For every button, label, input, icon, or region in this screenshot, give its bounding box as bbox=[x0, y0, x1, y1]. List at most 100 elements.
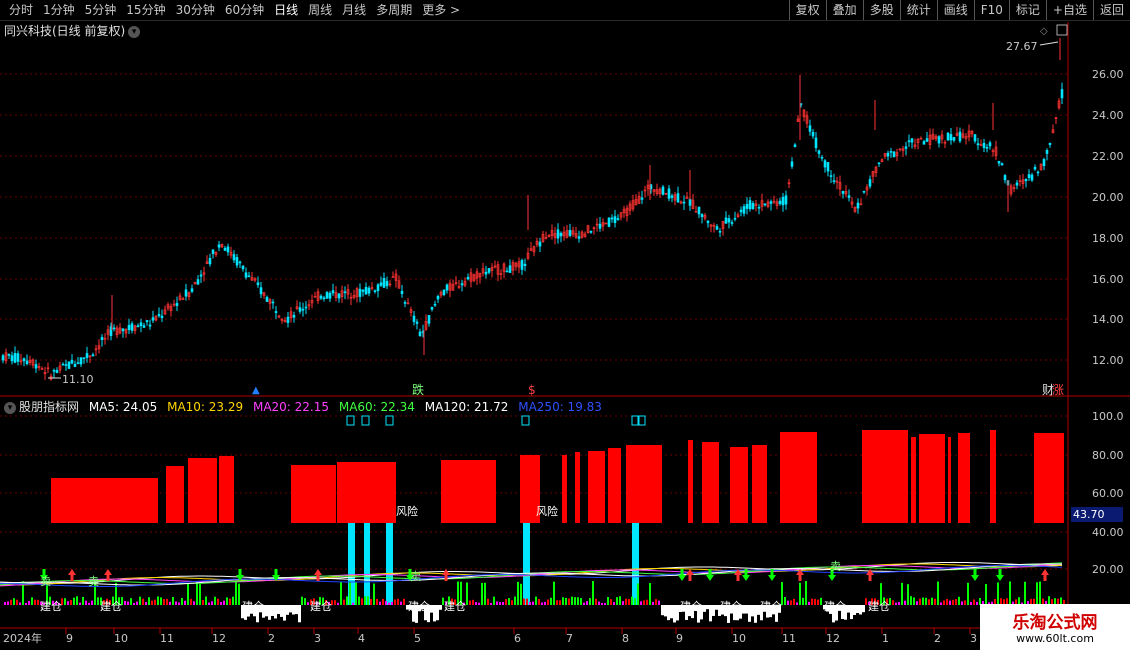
hist-bar bbox=[616, 597, 618, 605]
hist-bar bbox=[637, 583, 639, 605]
hist-bar bbox=[184, 600, 186, 605]
hist-bar bbox=[553, 581, 555, 605]
tab-fenshi[interactable]: 分时 bbox=[4, 0, 38, 20]
tab-weekly[interactable]: 周线 bbox=[303, 0, 337, 20]
candle-body bbox=[436, 295, 440, 300]
tab-monthly[interactable]: 月线 bbox=[337, 0, 371, 20]
candle-body bbox=[241, 265, 245, 270]
hist-bar bbox=[925, 597, 927, 605]
tab-multi-period[interactable]: 多周期 bbox=[371, 0, 417, 20]
candle-body bbox=[157, 314, 161, 317]
hist-bar bbox=[547, 599, 549, 605]
hist-bar bbox=[532, 601, 534, 605]
candle-body bbox=[988, 142, 992, 147]
hist-bar bbox=[499, 602, 501, 605]
hist-bar-white bbox=[670, 605, 673, 619]
build-label: 建仓 bbox=[408, 599, 430, 613]
signal-die: 跌 bbox=[412, 382, 424, 397]
f10-button[interactable]: F10 bbox=[973, 0, 1009, 20]
hist-bar bbox=[790, 600, 792, 605]
tab-15min[interactable]: 15分钟 bbox=[121, 0, 170, 20]
hist-bar bbox=[961, 601, 963, 605]
candle-body bbox=[847, 195, 851, 198]
hist-bar-white bbox=[748, 605, 751, 622]
hist-bar bbox=[964, 600, 966, 605]
tab-1min[interactable]: 1分钟 bbox=[38, 0, 80, 20]
overlay-button[interactable]: 叠加 bbox=[825, 0, 863, 20]
tab-30min[interactable]: 30分钟 bbox=[171, 0, 220, 20]
candle-body bbox=[244, 272, 248, 278]
candle-body bbox=[508, 265, 512, 273]
hist-bar bbox=[223, 600, 225, 605]
tab-daily[interactable]: 日线 bbox=[269, 0, 303, 20]
hist-bar bbox=[973, 599, 975, 605]
risk-bar bbox=[291, 465, 336, 523]
candle-body bbox=[235, 257, 239, 266]
candle-body bbox=[151, 317, 155, 321]
candle-body bbox=[286, 316, 290, 323]
statistics-button[interactable]: 统计 bbox=[899, 0, 937, 20]
hist-bar bbox=[526, 598, 528, 605]
hist-bar bbox=[202, 599, 204, 605]
candle-body bbox=[460, 283, 464, 286]
candle-body bbox=[925, 138, 929, 142]
hist-bar bbox=[64, 598, 66, 605]
hist-bar bbox=[352, 602, 354, 605]
hist-bar-white bbox=[853, 605, 856, 615]
candle-body bbox=[121, 328, 125, 332]
hist-bar bbox=[136, 601, 138, 605]
candle-body bbox=[274, 311, 278, 313]
mark-button[interactable]: 标记 bbox=[1008, 0, 1046, 20]
date-tick: 5 bbox=[414, 632, 421, 645]
add-watchlist-button[interactable]: +自选 bbox=[1045, 0, 1093, 20]
chevron-down-icon[interactable]: ▾ bbox=[128, 25, 141, 38]
window-toggle-icon[interactable] bbox=[1056, 24, 1068, 36]
hist-bar bbox=[229, 598, 231, 605]
restore-rights-button[interactable]: 复权 bbox=[788, 0, 826, 20]
hist-bar bbox=[25, 602, 27, 605]
price-tick: 14.00 bbox=[1092, 313, 1124, 326]
ind-tick: 60.00 bbox=[1092, 487, 1124, 500]
candle-body bbox=[1003, 175, 1007, 181]
chevron-down-icon[interactable]: ▾ bbox=[4, 401, 16, 414]
tab-5min[interactable]: 5分钟 bbox=[80, 0, 122, 20]
risk-bar bbox=[948, 437, 951, 523]
multi-stock-button[interactable]: 多股 bbox=[862, 0, 900, 20]
candle-body bbox=[829, 175, 833, 177]
candle-body bbox=[184, 289, 188, 297]
candle-body bbox=[217, 244, 221, 248]
build-label: 建仓 bbox=[40, 599, 62, 613]
risk-bar bbox=[752, 445, 767, 523]
candle-body bbox=[139, 322, 143, 327]
tab-more[interactable]: 更多 > bbox=[417, 0, 465, 20]
diamond-icon[interactable]: ◇ bbox=[1040, 26, 1048, 37]
hist-bar bbox=[403, 598, 405, 605]
signal-bar bbox=[364, 523, 370, 605]
action-buttons: 复权 叠加 多股 统计 画线 F10 标记 +自选 返回 bbox=[788, 0, 1130, 20]
hist-bar bbox=[958, 596, 960, 605]
candle-body bbox=[343, 291, 347, 294]
ma60-label: MA60: 22.34 bbox=[338, 400, 415, 414]
candle-body bbox=[418, 331, 422, 337]
hist-bar-white bbox=[715, 605, 718, 610]
hist-bar bbox=[784, 597, 786, 605]
kline-chart[interactable]: 26.00 24.00 22.00 20.00 18.00 16.00 14.0… bbox=[0, 20, 1130, 650]
date-tick: 2024年 bbox=[3, 631, 42, 645]
back-button[interactable]: 返回 bbox=[1092, 0, 1130, 20]
hist-bar bbox=[214, 596, 216, 605]
hist-bar-white bbox=[676, 605, 679, 621]
hist-bar bbox=[901, 582, 903, 605]
hist-bar bbox=[562, 597, 564, 605]
hist-bar bbox=[595, 598, 597, 605]
date-tick: 10 bbox=[114, 632, 128, 645]
build-label: 建仓 bbox=[824, 599, 846, 613]
hist-bar bbox=[565, 597, 567, 605]
risk-label: 风险 bbox=[536, 504, 558, 518]
candle-body bbox=[298, 307, 302, 312]
candle-body bbox=[748, 200, 752, 210]
hist-bar bbox=[574, 597, 576, 605]
tab-60min[interactable]: 60分钟 bbox=[220, 0, 269, 20]
draw-line-button[interactable]: 画线 bbox=[936, 0, 974, 20]
hist-bar bbox=[394, 599, 396, 605]
date-tick: 7 bbox=[566, 632, 573, 645]
